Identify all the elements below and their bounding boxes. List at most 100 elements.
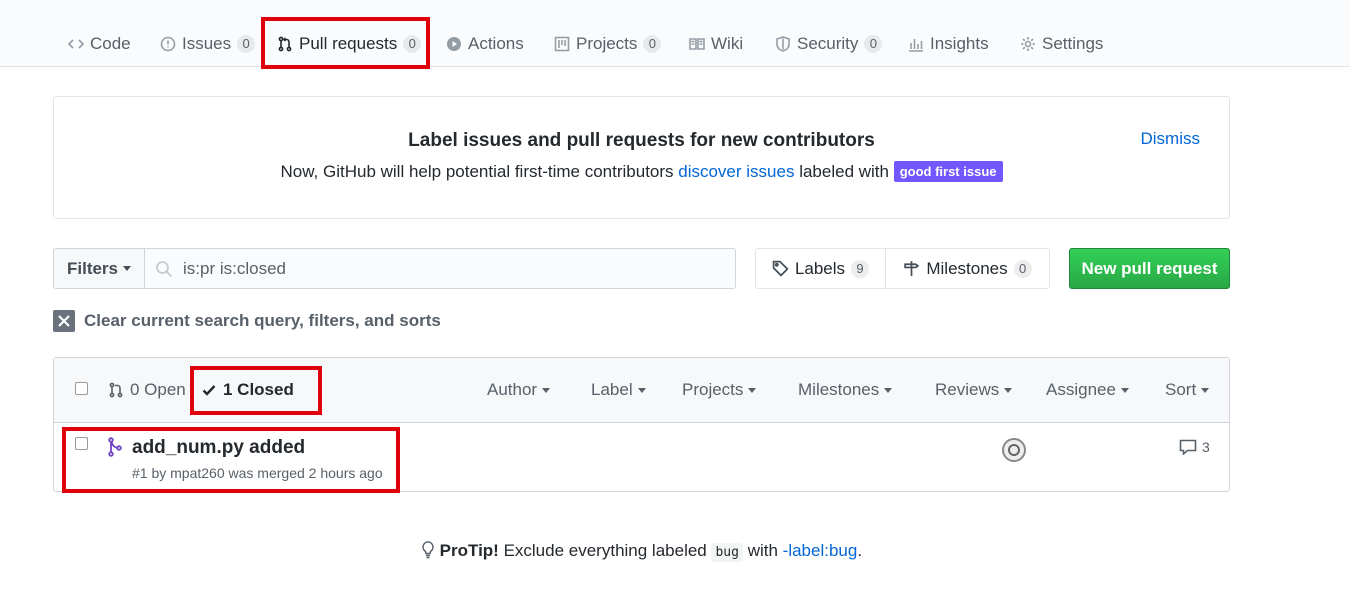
tab-projects[interactable]: Projects 0 <box>554 28 662 60</box>
repo-nav: Code Issues 0 Pull requests 0 Actions Pr… <box>0 0 1350 67</box>
chevron-down-icon <box>1201 388 1210 394</box>
search-input[interactable] <box>181 257 711 280</box>
good-first-issue-label: good first issue <box>893 161 1003 182</box>
issues-list-header: 0 Open 1 Closed Author Label Projects Mi… <box>54 358 1229 423</box>
dismiss-button[interactable]: Dismiss <box>1141 129 1201 149</box>
issues-counter: 0 <box>237 35 256 53</box>
tab-actions-label: Actions <box>468 34 524 53</box>
tab-insights[interactable]: Insights <box>908 28 989 60</box>
tab-security-label: Security <box>797 34 859 53</box>
clear-query-link[interactable]: Clear current search query, filters, and… <box>53 310 441 332</box>
banner-text-before: Now, GitHub will help potential first-ti… <box>280 162 679 181</box>
chevron-down-icon <box>748 388 757 394</box>
pull-request-icon <box>278 36 292 52</box>
tab-code-label: Code <box>90 34 131 53</box>
protip-with: with <box>742 541 783 560</box>
banner-title: Label issues and pull requests for new c… <box>408 130 875 151</box>
play-icon <box>447 37 461 51</box>
comments-link[interactable]: 3 <box>1179 439 1210 455</box>
tab-code[interactable]: Code <box>68 28 131 60</box>
issues-list: 0 Open 1 Closed Author Label Projects Mi… <box>53 357 1230 492</box>
issue-title-link[interactable]: add_num.py added <box>132 437 305 459</box>
graph-icon <box>909 39 923 52</box>
issue-icon <box>160 36 176 52</box>
assignee-menu-label: Assignee <box>1046 380 1116 399</box>
tab-pull-requests-label: Pull requests <box>299 34 398 53</box>
tab-wiki[interactable]: Wiki <box>689 28 743 60</box>
projects-menu[interactable]: Projects <box>682 380 757 400</box>
select-all-checkbox[interactable] <box>75 382 88 395</box>
labels-counter: 9 <box>851 259 870 278</box>
sort-menu[interactable]: Sort <box>1165 380 1210 400</box>
tab-projects-label: Projects <box>576 34 638 53</box>
closed-filter[interactable]: 1 Closed <box>201 380 294 400</box>
check-icon <box>202 385 216 396</box>
gear-icon <box>1021 37 1035 51</box>
chevron-down-icon <box>637 388 646 394</box>
author-menu[interactable]: Author <box>487 380 551 400</box>
light-bulb-icon <box>422 541 434 559</box>
open-filter[interactable]: 0 Open <box>108 380 186 400</box>
table-row: add_num.py added #1 by mpat260 was merge… <box>54 423 1229 492</box>
protip: ProTip! Exclude everything labeled bug w… <box>0 541 1283 562</box>
assignee-menu[interactable]: Assignee <box>1046 380 1129 400</box>
chevron-down-icon <box>123 266 132 271</box>
close-icon <box>53 310 75 332</box>
chevron-down-icon <box>884 388 893 394</box>
milestones-counter: 0 <box>1013 259 1032 278</box>
reviews-menu-label: Reviews <box>935 380 1000 399</box>
avatar[interactable] <box>1002 438 1026 462</box>
tab-issues[interactable]: Issues 0 <box>160 28 256 60</box>
projects-menu-label: Projects <box>682 380 744 399</box>
pull-requests-counter: 0 <box>403 35 422 53</box>
open-filter-label: 0 Open <box>130 380 186 399</box>
protip-text: Exclude everything labeled <box>498 541 712 560</box>
pull-request-icon <box>109 382 123 398</box>
chevron-down-icon <box>1004 388 1013 394</box>
tab-issues-label: Issues <box>182 34 232 53</box>
tab-actions[interactable]: Actions <box>446 28 524 60</box>
chevron-down-icon <box>542 388 551 394</box>
clear-query-label: Clear current search query, filters, and… <box>84 311 441 330</box>
labels-label: Labels <box>794 258 846 278</box>
search-field[interactable] <box>144 248 736 289</box>
protip-code: bug <box>711 543 743 562</box>
tab-wiki-label: Wiki <box>711 34 744 53</box>
git-merge-icon <box>107 437 123 457</box>
author-menu-label: Author <box>487 380 538 399</box>
comment-icon <box>1179 439 1197 455</box>
label-menu[interactable]: Label <box>591 380 646 400</box>
chevron-down-icon <box>1120 388 1129 394</box>
milestones-menu-label: Milestones <box>798 380 880 399</box>
search-icon <box>156 260 173 277</box>
reviews-menu[interactable]: Reviews <box>935 380 1013 400</box>
label-menu-label: Label <box>591 380 633 399</box>
tag-icon <box>772 260 789 277</box>
protip-label-link[interactable]: -label:bug <box>783 541 858 560</box>
code-icon <box>68 39 84 49</box>
tab-settings-label: Settings <box>1042 34 1104 53</box>
security-counter: 0 <box>864 35 883 53</box>
milestones-menu[interactable]: Milestones <box>798 380 893 400</box>
contributors-banner: Label issues and pull requests for new c… <box>53 96 1230 219</box>
project-icon <box>554 36 570 52</box>
tab-security[interactable]: Security 0 <box>775 28 883 60</box>
issue-meta: #1 by mpat260 was merged 2 hours ago <box>132 465 383 481</box>
protip-lead: ProTip! <box>439 541 499 560</box>
tab-pull-requests[interactable]: Pull requests 0 <box>277 28 422 60</box>
banner-text-after: labeled with <box>794 162 894 181</box>
comments-count: 3 <box>1202 439 1210 455</box>
labels-button[interactable]: Labels 9 <box>755 248 886 289</box>
milestones-label: Milestones <box>926 258 1008 278</box>
new-pull-request-button[interactable]: New pull request <box>1069 248 1230 289</box>
book-icon <box>689 38 705 50</box>
tab-settings[interactable]: Settings <box>1020 28 1103 60</box>
filters-button[interactable]: Filters <box>53 248 145 289</box>
sort-menu-label: Sort <box>1165 380 1197 399</box>
projects-counter: 0 <box>643 35 662 53</box>
shield-icon <box>776 36 790 52</box>
discover-issues-link[interactable]: discover issues <box>678 162 794 181</box>
milestones-button[interactable]: Milestones 0 <box>885 248 1050 289</box>
milestone-icon <box>904 261 920 276</box>
row-checkbox[interactable] <box>75 437 88 450</box>
